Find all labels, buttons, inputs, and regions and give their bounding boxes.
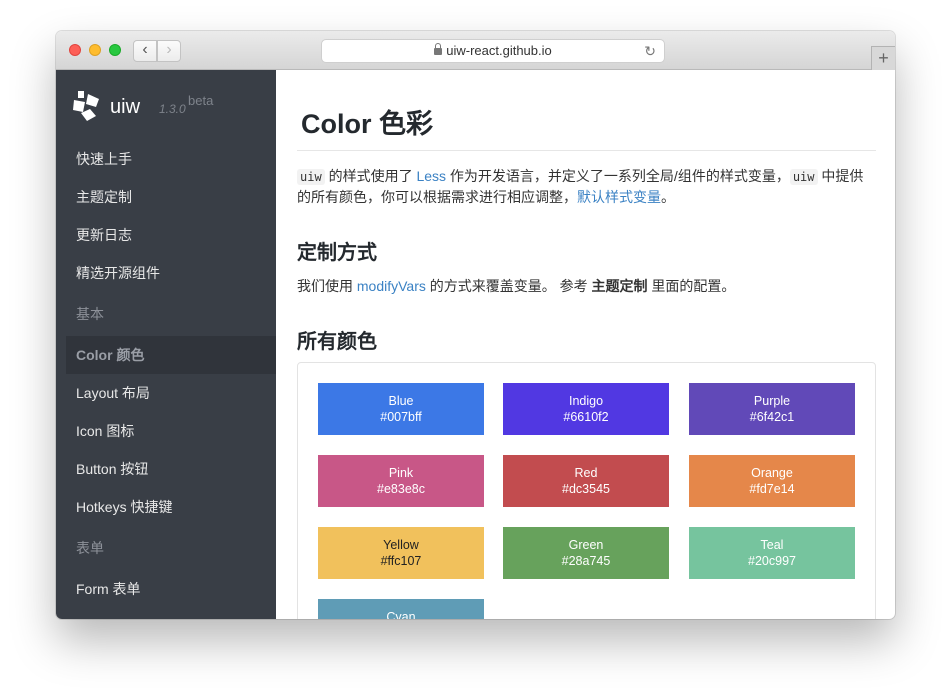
sidebar-item-icon[interactable]: Icon 图标 [56,412,276,450]
back-button[interactable]: ‹ [133,40,157,62]
color-hex: #007bff [380,410,422,424]
sidebar: uiw 1.3.0 beta 快速上手 主题定制 更新日志 精选开源组件 基本 … [56,70,276,619]
sidebar-group-form: 表单 [76,540,104,556]
sidebar-menu: 快速上手 主题定制 更新日志 精选开源组件 基本 Color 颜色 Layout… [56,140,276,608]
inline-code: uiw [789,169,818,185]
color-name: Purple [753,394,791,408]
chevron-left-icon: ‹ [142,41,148,58]
logo-name: uiw [110,96,141,118]
reload-icon[interactable]: ↻ [644,40,656,62]
sidebar-item-open-source[interactable]: 精选开源组件 [56,254,276,292]
intro-paragraph: uiw 的样式使用了 Less 作为开发语言，并定义了一系列全局/组件的样式变量… [297,166,877,207]
color-name: Red [574,466,598,480]
sidebar-item-button[interactable]: Button 按钮 [56,450,276,488]
color-swatch-pink: Pink #e83e8c [318,455,484,507]
sidebar-item-theme[interactable]: 主题定制 [56,178,276,216]
sidebar-item-color[interactable]: Color 颜色 [66,336,276,374]
color-swatch-blue: Blue #007bff [318,383,484,435]
zoom-window-button[interactable] [109,44,121,56]
less-link[interactable]: Less [416,168,446,184]
inline-code: uiw [297,169,325,185]
color-hex: #dc3545 [562,482,610,496]
color-swatch-red: Red #dc3545 [503,455,669,507]
title-bar: ‹ › uiw-react.github.io ↻ + [56,31,895,70]
color-hex: #20c997 [748,554,796,568]
chevron-right-icon: › [166,41,172,58]
color-swatch-purple: Purple #6f42c1 [689,383,855,435]
color-name: Orange [751,466,793,480]
beta-label: beta [188,93,214,108]
uiw-logo-icon [73,91,99,121]
color-swatch-yellow: Yellow #ffc107 [318,527,484,579]
sidebar-item-changelog[interactable]: 更新日志 [56,216,276,254]
customize-paragraph: 我们使用 modifyVars 的方式来覆盖变量。 参考 主题定制 里面的配置。 [297,276,877,296]
color-hex: #e83e8c [377,482,425,496]
minimize-window-button[interactable] [89,44,101,56]
version-label: 1.3.0 [159,102,186,116]
color-hex: #6f42c1 [749,410,795,424]
intro-text: 作为开发语言，并定义了一系列全局/组件的样式变量， [446,168,790,184]
color-hex: #fd7e14 [749,482,795,496]
intro-text: 的样式使用了 [324,168,417,184]
sidebar-item-quick-start[interactable]: 快速上手 [56,140,276,178]
color-hex: #6610f2 [563,410,609,424]
title-divider [297,150,876,151]
lock-icon [434,43,443,55]
color-swatch-indigo: Indigo #6610f2 [503,383,669,435]
browser-window: ‹ › uiw-react.github.io ↻ + uiw 1.3.0 be… [56,31,895,619]
color-name: Pink [388,466,414,480]
color-swatch-green: Green #28a745 [503,527,669,579]
color-name: Blue [388,394,414,408]
intro-text: 。 [661,189,675,205]
sidebar-group-basic: 基本 [76,306,104,322]
url-text: uiw-react.github.io [446,43,552,58]
forward-button[interactable]: › [157,40,181,62]
customize-text: 里面的配置。 [647,278,736,294]
color-name: Indigo [568,394,604,408]
color-palette: Blue #007bff Indigo #6610f2 Purple #6f42c1 Pin… [297,362,876,619]
page-title: Color 色彩 [301,109,433,139]
default-variables-link[interactable]: 默认样式变量 [577,189,661,205]
new-tab-button[interactable]: + [871,46,895,70]
customize-text: 的方式来覆盖变量。 参考 [425,278,592,294]
plus-icon: + [878,48,889,68]
color-name: Yellow [383,538,419,552]
sidebar-item-layout[interactable]: Layout 布局 [56,374,276,412]
address-bar[interactable]: uiw-react.github.io ↻ [321,39,665,63]
customize-text: 我们使用 [297,278,357,294]
color-name: Green [568,538,604,552]
color-name: Cyan [386,610,416,619]
color-hex: #28a745 [561,554,611,568]
section-heading-all-colors: 所有颜色 [297,331,377,353]
main-content: Color 色彩 uiw 的样式使用了 Less 作为开发语言，并定义了一系列全… [276,70,895,619]
close-window-button[interactable] [69,44,81,56]
section-heading-customize: 定制方式 [297,242,377,264]
color-swatch-teal: Teal #20c997 [689,527,855,579]
sidebar-item-form[interactable]: Form 表单 [56,570,276,608]
theme-reference: 主题定制 [591,278,648,294]
color-hex: #ffc107 [380,554,422,568]
modifyvars-link[interactable]: modifyVars [357,278,426,294]
color-name: Teal [760,538,784,552]
color-swatch-orange: Orange #fd7e14 [689,455,855,507]
color-swatch-cyan: Cyan#17a2b8 [318,599,484,619]
sidebar-item-hotkeys[interactable]: Hotkeys 快捷键 [56,488,276,526]
